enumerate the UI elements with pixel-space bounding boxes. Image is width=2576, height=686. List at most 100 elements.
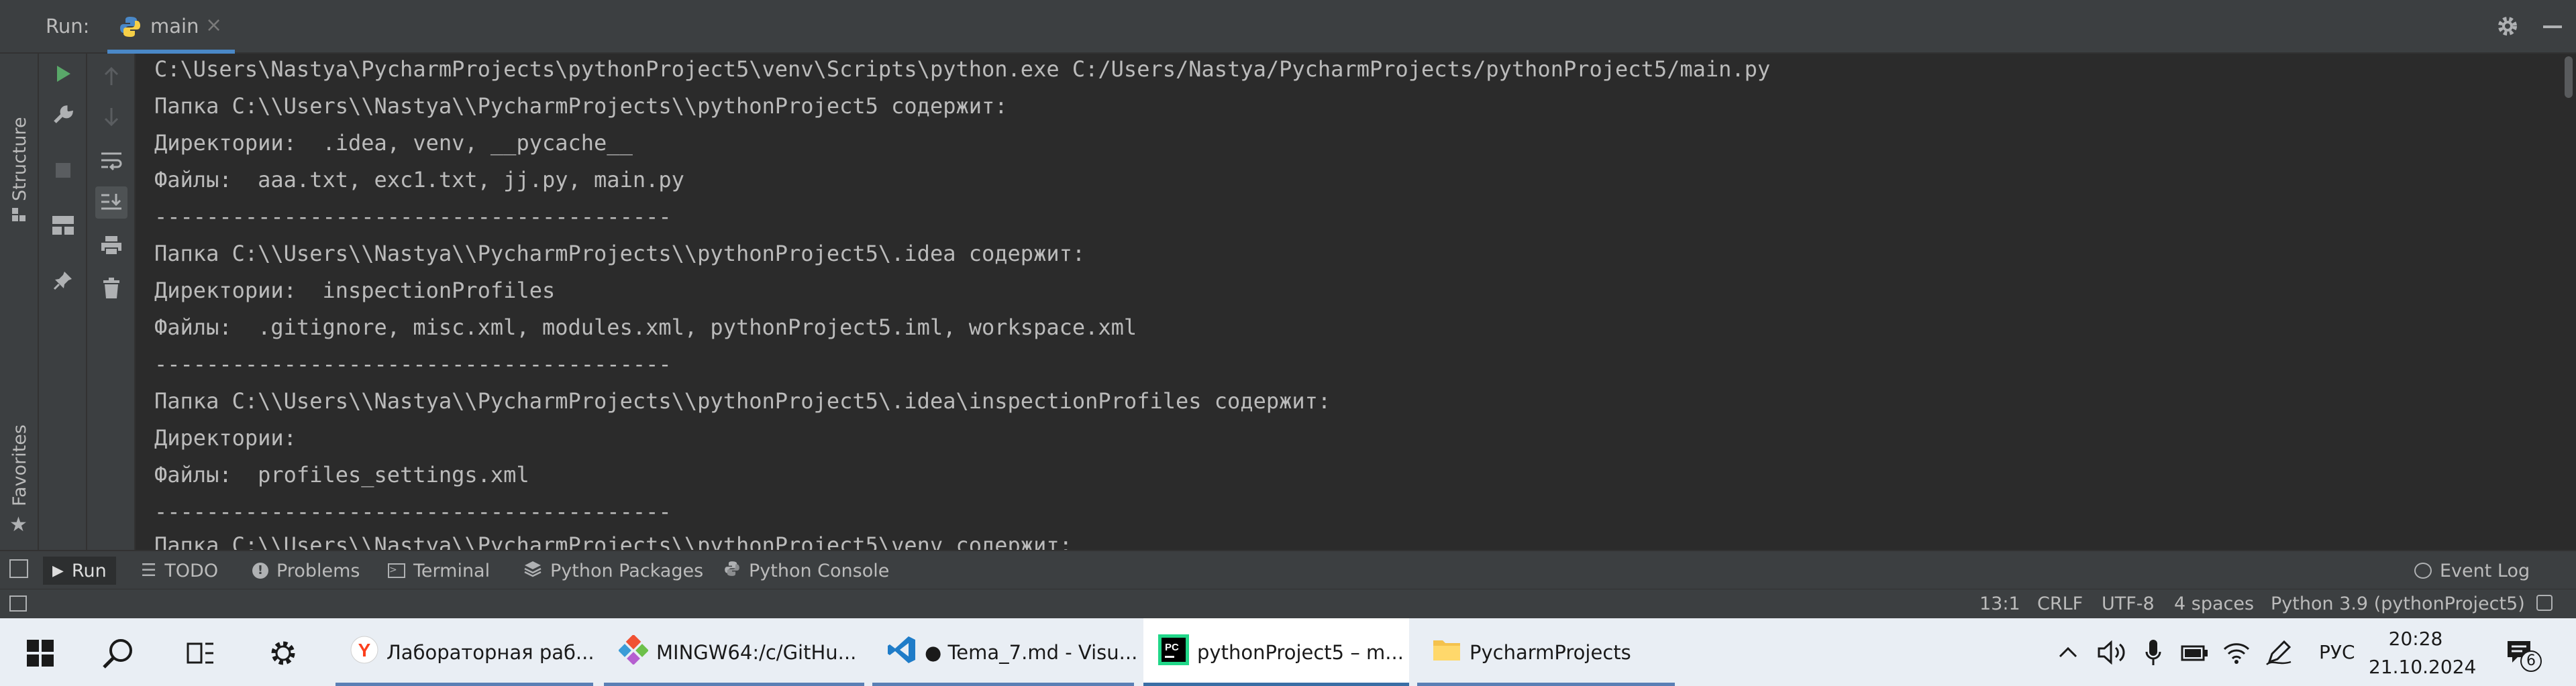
console-scrollbar[interactable] bbox=[2562, 54, 2576, 550]
favorites-tool-button[interactable]: Favorites ★ bbox=[0, 424, 38, 540]
tab-problems-label: Problems bbox=[276, 560, 360, 581]
console-line: Файлы: profiles_settings.xml bbox=[154, 462, 529, 488]
settings-gear-icon[interactable] bbox=[268, 638, 298, 671]
python-icon bbox=[118, 15, 142, 42]
tab-terminal[interactable]: > Terminal bbox=[378, 557, 499, 585]
svg-text:Y: Y bbox=[358, 640, 371, 661]
console-line: ---------------------------------------- bbox=[154, 204, 672, 229]
console-line: Директории: bbox=[154, 425, 297, 451]
battery-icon[interactable] bbox=[2181, 618, 2210, 686]
svg-text:PC: PC bbox=[1165, 642, 1179, 653]
problems-icon: ! bbox=[252, 563, 268, 579]
taskbar-app-yandex-browser[interactable]: Y Лабораторная раб... bbox=[336, 618, 595, 686]
show-hidden-icons-chevron-icon[interactable] bbox=[2057, 618, 2079, 686]
task-view-icon[interactable] bbox=[187, 640, 216, 669]
pen-workspace-icon[interactable] bbox=[2265, 618, 2292, 686]
console-line: Папка C:\\Users\\Nastya\\PycharmProjects… bbox=[154, 388, 1331, 414]
tool-window-bar: ▶ Run ☰ TODO ! Problems > Terminal Pytho… bbox=[0, 550, 2576, 589]
console-line: Файлы: aaa.txt, exc1.txt, jj.py, main.py bbox=[154, 167, 684, 192]
console-line: Директории: .idea, venv, __pycache__ bbox=[154, 130, 633, 156]
print-icon[interactable] bbox=[95, 229, 127, 262]
terminal-icon: > bbox=[388, 563, 405, 578]
taskbar-app-git-bash[interactable]: MINGW64:/c/GitHu... bbox=[604, 618, 864, 686]
tab-event-log[interactable]: Event Log bbox=[2405, 557, 2539, 585]
tab-main-label: main bbox=[150, 15, 199, 38]
pycharm-icon: PC bbox=[1158, 634, 1189, 670]
console-line: Папка C:\\Users\\Nastya\\PycharmProjects… bbox=[154, 93, 1008, 119]
indent-setting[interactable]: 4 spaces bbox=[2174, 593, 2254, 614]
tab-todo-label: TODO bbox=[164, 560, 219, 581]
left-tool-stripe: Structure Favorites ★ bbox=[0, 54, 39, 550]
wifi-icon[interactable] bbox=[2222, 618, 2251, 686]
taskbar-app-label: Лабораторная раб... bbox=[387, 640, 595, 664]
python-interpreter[interactable]: Python 3.9 (pythonProject5) bbox=[2271, 593, 2525, 614]
memory-indicator-icon[interactable] bbox=[2536, 595, 2553, 611]
microphone-icon[interactable] bbox=[2145, 618, 2162, 686]
taskbar-app-label: PycharmProjects bbox=[1470, 640, 1631, 664]
search-icon[interactable] bbox=[101, 636, 136, 673]
notification-center-button[interactable]: 6 bbox=[2503, 633, 2546, 676]
structure-tool-button[interactable]: Structure bbox=[0, 107, 38, 221]
tab-main[interactable]: main × bbox=[107, 0, 235, 54]
wrench-icon[interactable] bbox=[47, 99, 79, 131]
taskbar-app-label: ● Tema_7.md - Visu... bbox=[925, 640, 1138, 664]
git-bash-icon bbox=[618, 634, 649, 669]
structure-icon bbox=[11, 207, 27, 225]
structure-label: Structure bbox=[9, 117, 30, 201]
running-indicator bbox=[336, 683, 593, 686]
tab-python-console[interactable]: Python Console bbox=[714, 557, 898, 585]
status-panel-toggle-icon[interactable] bbox=[9, 595, 27, 612]
run-toolbar-primary bbox=[39, 54, 87, 550]
run-tool-window-header: Run: main × bbox=[0, 0, 2576, 54]
windows-taskbar: Y Лабораторная раб... MINGW64:/c/GitHu..… bbox=[0, 618, 2576, 686]
clock-date: 21.10.2024 bbox=[2369, 656, 2477, 678]
tab-python-console-label: Python Console bbox=[749, 560, 890, 581]
yandex-browser-icon: Y bbox=[350, 636, 378, 669]
tab-run[interactable]: ▶ Run bbox=[43, 557, 116, 585]
scrollbar-thumb[interactable] bbox=[2565, 56, 2573, 98]
input-language-indicator[interactable]: РУС bbox=[2319, 618, 2355, 686]
windows-start-icon[interactable] bbox=[27, 640, 54, 669]
speaker-icon[interactable] bbox=[2098, 618, 2127, 686]
tab-event-log-label: Event Log bbox=[2440, 560, 2530, 581]
vscode-icon bbox=[887, 635, 917, 669]
taskbar-app-label: pythonProject5 – m... bbox=[1197, 640, 1404, 664]
running-indicator bbox=[604, 683, 864, 686]
tab-todo[interactable]: ☰ TODO bbox=[132, 557, 227, 585]
folder-icon bbox=[1432, 636, 1461, 668]
console-line: C:\Users\Nastya\PycharmProjects\pythonPr… bbox=[154, 56, 1771, 82]
gear-icon[interactable] bbox=[2495, 13, 2520, 42]
speech-bubble-icon bbox=[2414, 563, 2432, 579]
running-indicator bbox=[1417, 683, 1675, 686]
python-console-icon bbox=[723, 560, 741, 582]
console-line: ---------------------------------------- bbox=[154, 499, 672, 524]
line-separator[interactable]: CRLF bbox=[2037, 593, 2083, 614]
console-line: Папка C:\\Users\\Nastya\\PycharmProjects… bbox=[154, 241, 1086, 266]
notification-count-badge: 6 bbox=[2520, 650, 2542, 672]
taskbar-app-file-explorer[interactable]: PycharmProjects bbox=[1417, 618, 1675, 686]
tab-problems[interactable]: ! Problems bbox=[243, 557, 369, 585]
tab-python-packages[interactable]: Python Packages bbox=[514, 557, 713, 585]
file-encoding[interactable]: UTF-8 bbox=[2102, 593, 2155, 614]
rerun-icon[interactable] bbox=[47, 58, 79, 90]
soft-wrap-icon[interactable] bbox=[95, 145, 127, 177]
close-tab-icon[interactable]: × bbox=[205, 13, 222, 37]
console-line: Директории: inspectionProfiles bbox=[154, 278, 556, 303]
running-indicator bbox=[1143, 683, 1409, 686]
minimize-icon[interactable] bbox=[2543, 25, 2562, 28]
caret-position[interactable]: 13:1 bbox=[1979, 593, 2020, 614]
run-console-output[interactable]: C:\Users\Nastya\PycharmProjects\pythonPr… bbox=[137, 54, 2551, 550]
taskbar-app-label: MINGW64:/c/GitHu... bbox=[656, 640, 857, 664]
layout-icon[interactable] bbox=[47, 209, 79, 241]
scroll-to-end-icon[interactable] bbox=[95, 186, 127, 219]
tool-windows-toggle[interactable] bbox=[9, 559, 28, 578]
tab-terminal-label: Terminal bbox=[413, 560, 491, 581]
todo-list-icon: ☰ bbox=[141, 561, 157, 581]
taskbar-app-pycharm[interactable]: PC pythonProject5 – m... bbox=[1143, 618, 1409, 686]
trash-icon[interactable] bbox=[95, 272, 127, 304]
console-line: Файлы: .gitignore, misc.xml, modules.xml… bbox=[154, 315, 1137, 340]
clock[interactable]: 20:28 21.10.2024 bbox=[2369, 618, 2477, 686]
pin-icon[interactable] bbox=[47, 264, 79, 296]
clock-time: 20:28 bbox=[2388, 628, 2443, 650]
taskbar-app-vscode[interactable]: ● Tema_7.md - Visu... bbox=[872, 618, 1138, 686]
